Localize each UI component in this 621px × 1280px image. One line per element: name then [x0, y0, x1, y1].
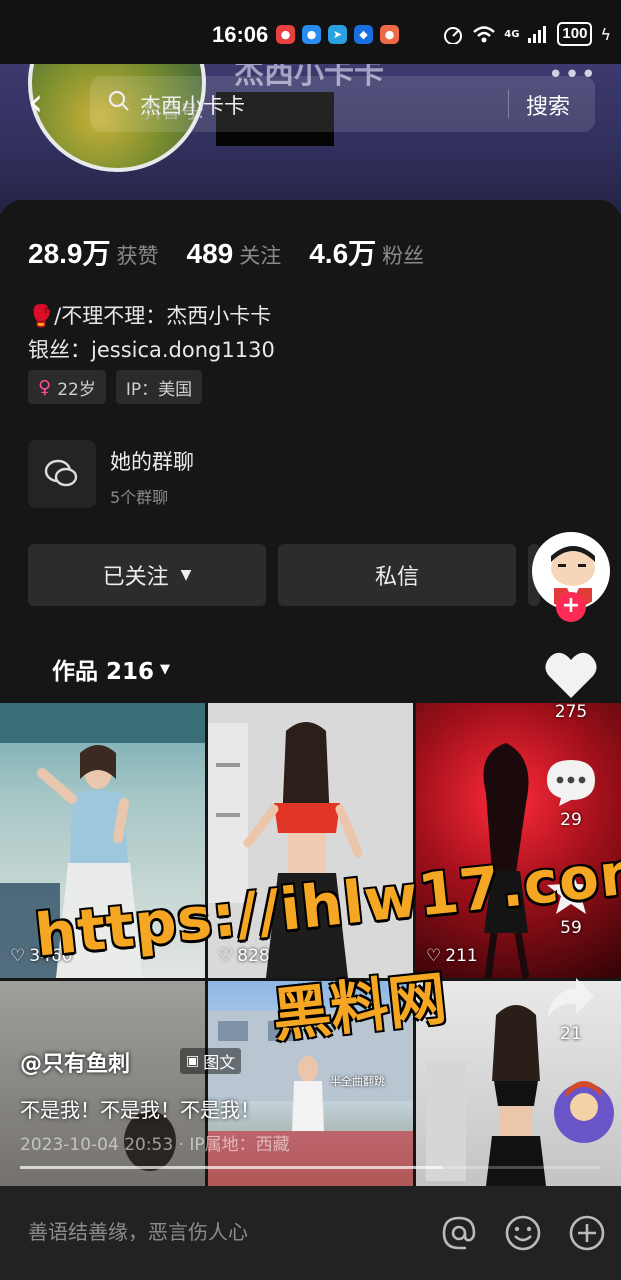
- back-button[interactable]: ‹: [28, 83, 58, 124]
- notification-app-icon: ●: [276, 25, 295, 44]
- comment-count: 29: [560, 810, 582, 830]
- profile-header: 杰西小卡卡 ••• 抖音号: ‹ 杰西小卡卡 搜索: [0, 64, 621, 214]
- likes-count[interactable]: 28.9万: [28, 232, 111, 272]
- message-button[interactable]: 私信: [278, 544, 516, 606]
- group-chat-count: 5个群聊: [110, 488, 169, 507]
- bio-line-1: 🥊/不理不理：杰西小卡卡: [28, 304, 272, 328]
- message-label: 私信: [374, 565, 419, 590]
- profile-tags: ♀ 22岁 IP：美国: [28, 370, 203, 404]
- search-icon: [108, 90, 129, 111]
- comment-input[interactable]: 善语结善缘，恶言伤人心: [28, 1216, 248, 1245]
- followers-count[interactable]: 4.6万: [309, 232, 376, 272]
- caret-down-icon: ▼: [160, 661, 171, 677]
- like-action[interactable]: 275: [536, 648, 606, 722]
- telegram-icon: ➤: [328, 25, 347, 44]
- share-count: 21: [560, 1024, 582, 1044]
- works-label: 作品 216: [52, 659, 155, 685]
- shield-app-icon: ◆: [354, 25, 373, 44]
- comment-action[interactable]: 29: [536, 758, 606, 830]
- signal-icon: [528, 26, 547, 43]
- network-type: 4G: [504, 28, 520, 40]
- image-text-icon: ▣: [186, 1053, 200, 1069]
- post-meta: 2023-10-04 20:53 · IP属地：西藏: [20, 1135, 290, 1155]
- tile-banner-text: 半全曲翻跳: [330, 1075, 385, 1088]
- mention-icon[interactable]: [440, 1214, 478, 1252]
- status-time: 16:06: [212, 22, 269, 47]
- female-icon: ♀: [38, 376, 52, 398]
- followed-button[interactable]: 已关注 ▼: [28, 544, 266, 606]
- follow-plus-icon[interactable]: +: [556, 592, 586, 622]
- wifi-icon: [473, 26, 496, 43]
- post-progress-fill: [20, 1166, 444, 1169]
- likes-label: 获赞: [116, 244, 159, 268]
- data-saver-icon: [444, 27, 463, 44]
- charging-icon: ϟ: [600, 24, 611, 44]
- comment-bar: 善语结善缘，恶言伤人心: [0, 1186, 621, 1280]
- age-tag: ♀ 22岁: [28, 370, 106, 404]
- group-chat-title[interactable]: 她的群聊: [110, 446, 194, 476]
- ip-text: IP：美国: [125, 379, 193, 400]
- tab-works[interactable]: 作品 216 ▼: [52, 652, 170, 686]
- post-author[interactable]: @只有鱼刺: [20, 1046, 130, 1078]
- bio-line-2: 银丝：jessica.dong1130: [28, 338, 275, 362]
- search-divider: [508, 90, 509, 118]
- status-indicators: 4G 100 ϟ: [442, 22, 611, 46]
- post-type-chip: ▣ 图文: [180, 1048, 242, 1074]
- following-count[interactable]: 489: [187, 238, 234, 270]
- add-icon[interactable]: [568, 1214, 606, 1252]
- like-count: 275: [554, 702, 588, 722]
- search-input[interactable]: 杰西小卡卡: [140, 90, 245, 120]
- followers-label: 粉丝: [382, 244, 425, 268]
- age-text: 22岁: [57, 379, 96, 400]
- status-bar: 16:06 ● ● ➤ ◆ ● 4G 100 ϟ: [0, 0, 621, 64]
- work-tile-4[interactable]: [0, 981, 205, 1186]
- app-notification-icon: ●: [380, 25, 399, 44]
- group-chat-icon[interactable]: [28, 440, 96, 508]
- favorite-count: 59: [560, 918, 582, 938]
- search-button[interactable]: 搜索: [526, 89, 570, 121]
- chat-app-icon: ●: [302, 25, 321, 44]
- post-progress-bar[interactable]: [20, 1166, 600, 1169]
- following-label: 关注: [239, 244, 282, 268]
- post-caption: 不是我！不是我！不是我！: [20, 1098, 260, 1122]
- heart-icon: [545, 652, 597, 698]
- comment-icon: [547, 760, 595, 806]
- followed-label: 已关注: [102, 565, 169, 590]
- heart-outline-icon: ♡: [10, 946, 26, 966]
- search-bar[interactable]: 杰西小卡卡 搜索: [90, 76, 595, 132]
- ip-tag: IP：美国: [115, 370, 203, 404]
- share-action[interactable]: 21: [536, 976, 606, 1044]
- battery-level: 100: [557, 22, 593, 46]
- profile-stats: 28.9万 获赞 489 关注 4.6万 粉丝: [28, 232, 452, 272]
- emoji-icon[interactable]: [504, 1214, 542, 1252]
- share-icon: [548, 978, 594, 1018]
- caret-down-icon: ▼: [180, 567, 192, 583]
